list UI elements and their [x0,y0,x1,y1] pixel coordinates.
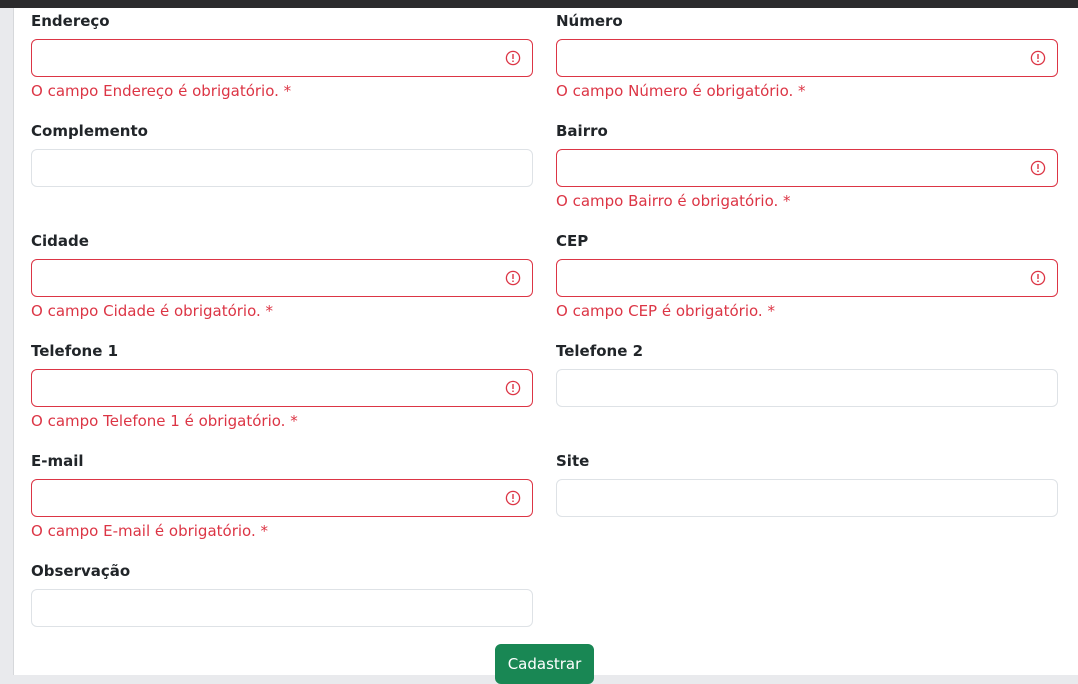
browser-top-bar [0,0,1078,8]
numero-input[interactable] [557,40,1057,76]
telefone1-input[interactable] [32,370,532,406]
exclamation-circle-icon [1030,270,1046,286]
email-error-message: O campo E-mail é obrigatório. * [31,522,268,540]
telefone2-label: Telefone 2 [556,342,644,360]
exclamation-circle-icon [505,50,521,66]
site-input-wrapper [556,479,1058,517]
bairro-input[interactable] [557,150,1057,186]
exclamation-circle-icon [1030,160,1046,176]
site-label: Site [556,452,590,470]
cep-input[interactable] [557,260,1057,296]
complemento-label: Complemento [31,122,148,140]
telefone1-error-message: O campo Telefone 1 é obrigatório. * [31,412,298,430]
email-input[interactable] [32,480,532,516]
telefone2-input-wrapper [556,369,1058,407]
endereco-label: Endereço [31,12,110,30]
numero-label: Número [556,12,623,30]
observacao-input-wrapper [31,589,533,627]
cep-label: CEP [556,232,589,250]
bairro-error-message: O campo Bairro é obrigatório. * [556,192,791,210]
cep-error-message: O campo CEP é obrigatório. * [556,302,775,320]
numero-error-message: O campo Número é obrigatório. * [556,82,806,100]
form-card: Endereço O campo Endereço é obrigatório.… [13,8,1078,684]
site-input[interactable] [557,480,1057,516]
cadastrar-button[interactable]: Cadastrar [495,644,594,684]
telefone2-input[interactable] [557,370,1057,406]
cidade-input-wrapper [31,259,533,297]
email-input-wrapper [31,479,533,517]
exclamation-circle-icon [505,270,521,286]
cidade-error-message: O campo Cidade é obrigatório. * [31,302,274,320]
observacao-label: Observação [31,562,131,580]
cep-input-wrapper [556,259,1058,297]
cidade-label: Cidade [31,232,89,250]
endereco-error-message: O campo Endereço é obrigatório. * [31,82,292,100]
complemento-input-wrapper [31,149,533,187]
complemento-input[interactable] [32,150,532,186]
telefone1-label: Telefone 1 [31,342,119,360]
telefone1-input-wrapper [31,369,533,407]
email-label: E-mail [31,452,84,470]
endereco-input[interactable] [32,40,532,76]
bairro-input-wrapper [556,149,1058,187]
observacao-input[interactable] [32,590,532,626]
exclamation-circle-icon [505,380,521,396]
cidade-input[interactable] [32,260,532,296]
bairro-label: Bairro [556,122,608,140]
exclamation-circle-icon [505,490,521,506]
numero-input-wrapper [556,39,1058,77]
exclamation-circle-icon [1030,50,1046,66]
endereco-input-wrapper [31,39,533,77]
